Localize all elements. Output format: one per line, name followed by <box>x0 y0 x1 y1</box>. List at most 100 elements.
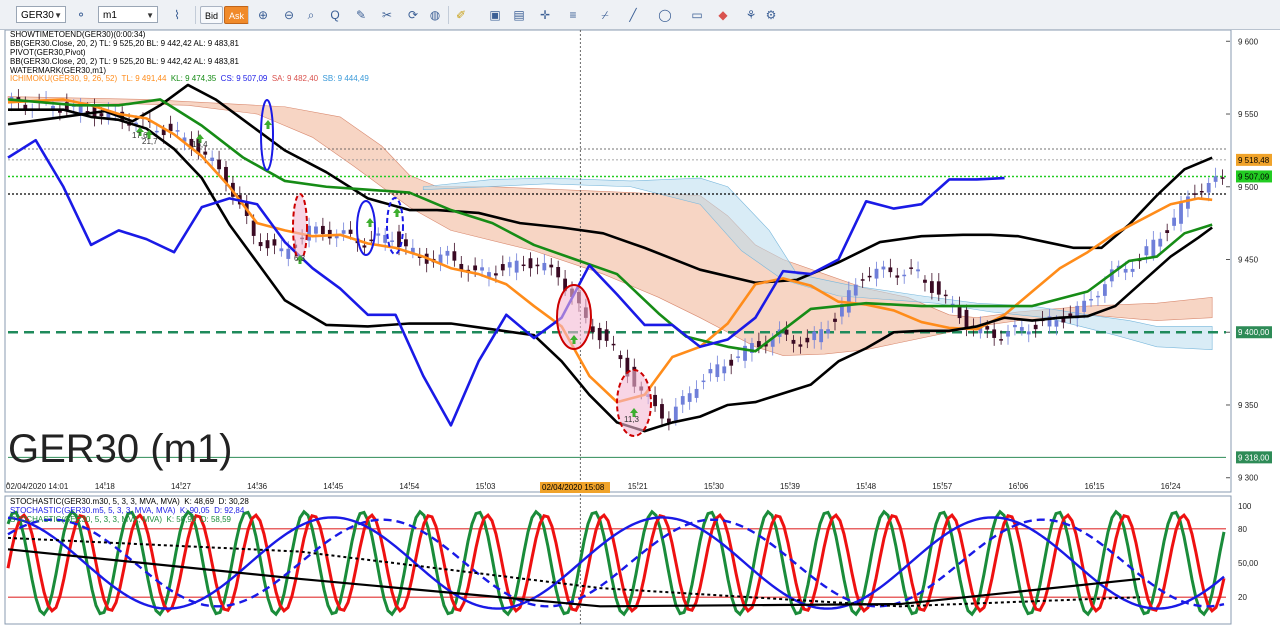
candle-body <box>618 355 623 360</box>
chevron-down-icon: ▼ <box>54 11 62 20</box>
stoch-m1-d: 58,59 <box>210 515 232 524</box>
candle-body <box>874 268 879 279</box>
candle-body <box>895 275 900 278</box>
bid-button[interactable]: Bid <box>200 6 224 24</box>
candle-body <box>1054 320 1059 327</box>
candle-body <box>798 344 803 347</box>
text-tool-icon[interactable]: Q <box>326 6 344 24</box>
candle-body <box>604 329 609 341</box>
ichimoku-kl: KL: 9 474,35 <box>170 74 217 83</box>
stoch-m5-d: 92,84 <box>224 506 245 515</box>
candle-body <box>217 159 221 170</box>
stoch-legend-m5: STOCHASTIC(GER30.m5, 5, 3, 3, MVA, MVA) … <box>10 506 245 515</box>
candle-body <box>445 250 450 256</box>
candle-body <box>542 262 547 271</box>
brush-icon[interactable]: ⌿ <box>596 6 614 24</box>
y-tick-label: 9 300 <box>1238 474 1259 483</box>
price-tag-pivot: 9 400,00 <box>1238 328 1270 337</box>
timeframe-select[interactable]: m1 ▼ <box>98 6 158 23</box>
ichimoku-tl: TL: 9 491,44 <box>121 74 167 83</box>
line-tool-icon[interactable]: ╱ <box>624 6 642 24</box>
stoch-tick-label: 20 <box>1238 593 1247 602</box>
candle-body <box>985 326 990 330</box>
candle-body <box>1220 177 1225 179</box>
candle-body <box>916 269 920 272</box>
candle-body <box>1172 217 1176 226</box>
pencil-icon[interactable]: ✐ <box>452 6 470 24</box>
indicators-icon[interactable]: ⚘ <box>742 6 760 24</box>
candle-body <box>251 220 256 236</box>
candle-body <box>653 394 657 407</box>
candle-body <box>1089 299 1093 301</box>
symbol-select[interactable]: GER30 ▼ <box>16 6 66 23</box>
candle-body <box>860 279 865 281</box>
candle-body <box>535 264 540 267</box>
candle-body <box>1102 284 1107 296</box>
zoom-out-icon[interactable]: ⊖ <box>280 6 298 24</box>
candle-body <box>272 239 277 246</box>
chart-svg[interactable]: 17,621,7 13,46,311,3 9 6009 5509 5009 450… <box>0 29 1280 626</box>
signal-ellipse <box>616 369 652 437</box>
candle-body <box>168 123 173 132</box>
candle-body <box>1096 295 1100 298</box>
candle-body <box>314 226 318 234</box>
candle-body <box>1192 193 1197 195</box>
candle-body <box>376 233 381 236</box>
bar-style-icon[interactable]: ⌇ <box>168 6 186 24</box>
y-tick-label: 9 550 <box>1238 110 1259 119</box>
scissors-icon[interactable]: ✂ <box>378 6 396 24</box>
signal-annotation: 6,3 <box>294 254 306 263</box>
candle-body <box>549 264 554 268</box>
candle-body <box>708 369 713 374</box>
candle-body <box>514 260 519 273</box>
print-icon[interactable]: ▤ <box>510 6 528 24</box>
ichimoku-sb: SB: 9 444,49 <box>322 74 369 83</box>
candle-body <box>867 275 872 278</box>
chart-type-icon[interactable]: ⚬ <box>72 6 90 24</box>
ichimoku-cs: CS: 9 507,09 <box>220 74 268 83</box>
globe-icon[interactable]: ◍ <box>426 6 444 24</box>
signal-annotation: 13,4 <box>192 140 208 149</box>
candle-body <box>902 274 907 277</box>
candle-body <box>348 229 353 234</box>
candle-body <box>784 329 789 335</box>
candle-body <box>521 264 526 267</box>
candle-body <box>715 364 720 378</box>
legend-bb-1: BB(GER30.Close, 20, 2) TL: 9 525,20 BL: … <box>10 39 239 48</box>
candle-body <box>493 273 498 276</box>
fill-icon[interactable]: ▭ <box>688 6 706 24</box>
zoom-in-icon[interactable]: ⊕ <box>254 6 272 24</box>
separator <box>248 6 249 24</box>
candle-body <box>1013 324 1017 328</box>
chart-area[interactable]: 17,6 21,7 13,4 6,3 11,3 9 600 9 550 9 500 9 450… <box>0 29 1280 626</box>
candle-body <box>729 359 734 366</box>
crosshair-icon[interactable]: ✛ <box>536 6 554 24</box>
candle-body <box>383 234 388 243</box>
draw-icon[interactable]: ✎ <box>352 6 370 24</box>
ellipse-icon[interactable]: ◯ <box>656 6 674 24</box>
stoch-tick-label: 100 <box>1238 502 1252 511</box>
candle-body <box>1165 230 1170 233</box>
candle-body <box>923 279 927 283</box>
legend-pivot: PIVOT(GER30,Pivot) <box>10 48 86 57</box>
candle-body <box>1006 331 1010 337</box>
candle-body <box>1130 268 1135 272</box>
candle-body <box>1206 182 1211 193</box>
refresh-icon[interactable]: ⟳ <box>404 6 422 24</box>
candle-body <box>1213 176 1218 182</box>
menu-icon[interactable]: ≡ <box>564 6 582 24</box>
eraser-icon[interactable]: ◆ <box>714 6 732 24</box>
settings-icon[interactable]: ⚙ <box>762 6 780 24</box>
candle-body <box>1144 246 1149 256</box>
ask-button[interactable]: Ask <box>224 6 250 24</box>
y-tick-label: 9 600 <box>1238 37 1259 46</box>
candle-body <box>791 339 796 344</box>
candle-body <box>500 264 505 271</box>
candle-body <box>341 230 346 234</box>
price-tag-support: 9 318,00 <box>1238 453 1270 462</box>
search-icon[interactable]: ⌕ <box>302 6 320 24</box>
separator <box>448 6 449 24</box>
candle-body <box>210 157 215 161</box>
save-image-icon[interactable]: ▣ <box>486 6 504 24</box>
candle-body <box>819 329 824 343</box>
